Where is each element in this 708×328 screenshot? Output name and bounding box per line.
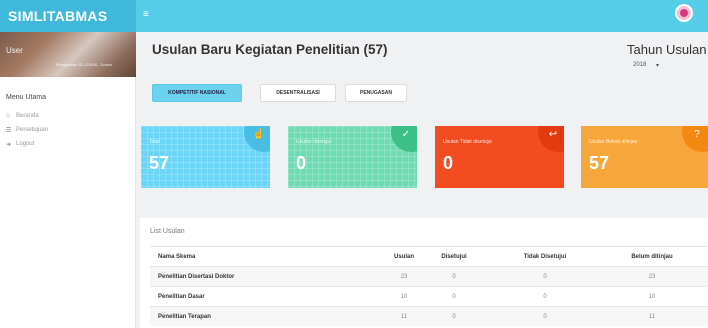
column-header: Nama Skema xyxy=(158,254,196,260)
card-icon-bubble: ↩ xyxy=(538,126,564,152)
check-circle-icon: ✓ xyxy=(401,129,411,140)
table-cell: 0 xyxy=(452,314,456,320)
card-value: 57 xyxy=(149,153,170,173)
table-cell: 0 xyxy=(543,314,547,320)
table-cell: 0 xyxy=(543,274,547,280)
card-label: Usulan disetujui xyxy=(296,139,332,145)
sidebar-item-persetujuan[interactable]: ☰ Persetujuan xyxy=(6,124,48,136)
table-row[interactable]: Penelitian Dasar 10 0 0 10 xyxy=(150,286,708,306)
question-circle-icon: ? xyxy=(694,129,700,140)
panel-title: List Usulan xyxy=(150,228,185,235)
card-label: Total xyxy=(149,139,160,145)
user-role: Pengabdian ID 123456 - Dosen xyxy=(56,62,113,67)
usulan-table: Nama Skema Usulan Disetujui Tidak Disetu… xyxy=(150,246,708,326)
sidebar-item-label: Persetujuan xyxy=(16,127,49,133)
table-cell: 0 xyxy=(452,294,456,300)
home-icon: ⌂ xyxy=(6,113,10,119)
sidebar-item-label: Beranda xyxy=(16,113,39,119)
sidebar-item-beranda[interactable]: ⌂ Beranda xyxy=(6,110,39,122)
table-cell: 0 xyxy=(543,294,547,300)
checklist-icon: ☰ xyxy=(6,127,12,134)
reply-icon: ↩ xyxy=(548,129,558,140)
sidebar-item-logout[interactable]: ➜ Logout xyxy=(6,138,34,150)
page-title: Usulan Baru Kegiatan Penelitian (57) xyxy=(152,42,388,57)
table-cell: 10 xyxy=(648,294,656,300)
card-value: 57 xyxy=(589,153,610,173)
table-cell: 10 xyxy=(400,294,408,300)
tab-kompetitif-nasional[interactable]: KOMPETITIF NASIONAL xyxy=(152,84,242,102)
card-icon-bubble: ✓ xyxy=(391,126,417,152)
column-header: Usulan xyxy=(393,254,414,260)
stat-card-tidak-disetujui: Usulan Tidak disetujui 0 ↩ xyxy=(435,126,564,188)
stat-card-total: Total 57 ☝ xyxy=(141,126,270,188)
table-row[interactable]: Penelitian Disertasi Doktor 23 0 0 23 xyxy=(150,266,708,286)
hand-icon: ☝ xyxy=(252,129,266,140)
table-row[interactable]: Penelitian Terapan 11 0 0 11 xyxy=(150,306,708,326)
year-label: Tahun Usulan xyxy=(627,42,707,57)
card-label: Usulan Belum ditinjau xyxy=(589,139,638,145)
year-select[interactable]: 2018 ▾ xyxy=(629,58,663,72)
card-icon-bubble: ? xyxy=(682,126,708,152)
column-header: Disetujui xyxy=(441,254,467,260)
table-cell: 0 xyxy=(452,274,456,280)
tab-desentralisasi[interactable]: DESENTRALISASI xyxy=(260,84,336,102)
chevron-down-icon: ▾ xyxy=(655,62,659,69)
sidebar-item-label: Logout xyxy=(16,141,35,147)
table-cell: 11 xyxy=(648,314,656,320)
menu-toggle-icon[interactable]: ≡ xyxy=(143,10,153,20)
user-name: User xyxy=(6,46,23,55)
table-header-row: Nama Skema Usulan Disetujui Tidak Disetu… xyxy=(150,246,708,266)
user-panel: User Pengabdian ID 123456 - Dosen xyxy=(0,32,136,77)
table-cell: Penelitian Disertasi Doktor xyxy=(158,274,235,280)
top-navbar: SIMLITABMAS ≡ xyxy=(0,0,708,32)
user-avatar-icon[interactable] xyxy=(675,4,693,22)
table-cell: 11 xyxy=(400,314,408,320)
year-value: 2018 xyxy=(633,62,647,68)
column-header: Tidak Disetujui xyxy=(523,254,567,260)
card-label: Usulan Tidak disetujui xyxy=(443,139,492,145)
list-usulan-panel: List Usulan Nama Skema Usulan Disetujui … xyxy=(140,218,708,328)
tab-penugasan[interactable]: PENUGASAN xyxy=(345,84,407,102)
table-cell: Penelitian Dasar xyxy=(158,294,205,300)
table-cell: 23 xyxy=(648,274,656,280)
card-value: 0 xyxy=(443,153,454,173)
column-header: Belum ditinjau xyxy=(631,254,673,260)
table-cell: Penelitian Terapan xyxy=(158,314,211,320)
menu-heading: Menu Utama xyxy=(6,94,47,101)
card-value: 0 xyxy=(296,153,307,173)
card-icon-bubble: ☝ xyxy=(244,126,270,152)
app-brand[interactable]: SIMLITABMAS xyxy=(0,0,136,32)
sidebar: User Pengabdian ID 123456 - Dosen Menu U… xyxy=(0,32,136,328)
logout-icon: ➜ xyxy=(6,141,12,148)
stat-card-belum-ditinjau: Usulan Belum ditinjau 57 ? xyxy=(581,126,708,188)
table-cell: 23 xyxy=(400,274,408,280)
stat-card-disetujui: Usulan disetujui 0 ✓ xyxy=(288,126,417,188)
